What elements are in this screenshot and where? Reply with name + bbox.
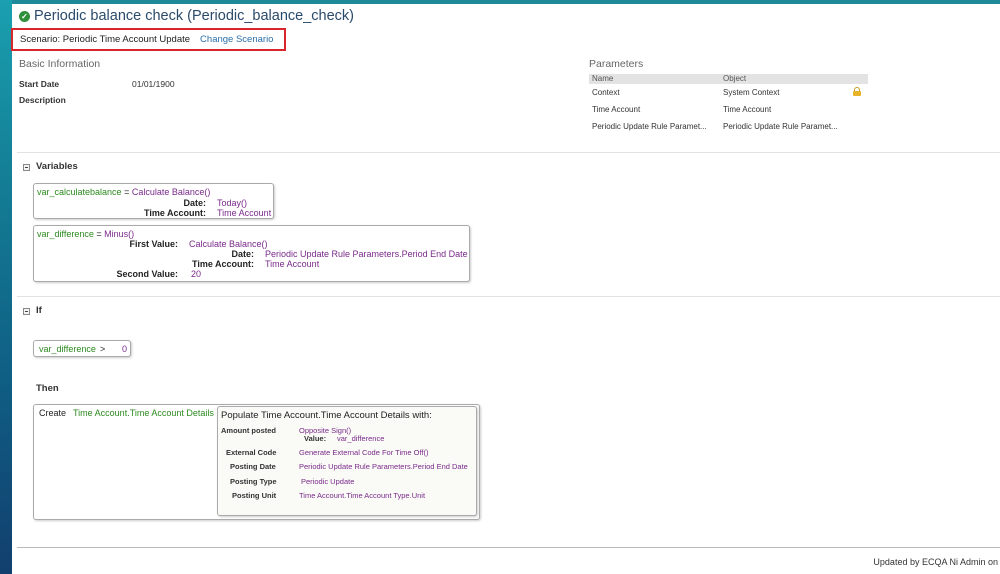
variable-card-calculatebalance[interactable]: var_calculatebalance = Calculate Balance… — [33, 183, 274, 219]
basic-info-heading: Basic Information — [19, 58, 101, 70]
parameters-heading: Parameters — [589, 58, 644, 70]
variable-name: var_difference — [37, 229, 94, 239]
param-object: Time Account — [723, 105, 772, 114]
external-code-label: External Code — [226, 448, 277, 457]
parameters-table: Name Object Context System Context Time … — [589, 74, 868, 135]
param-name: Time Account — [592, 105, 641, 114]
time-account-value: Time Account — [217, 208, 272, 218]
date-label: Date: — [183, 198, 206, 208]
variables-title: Variables — [36, 161, 78, 172]
posting-unit-value: Time Account.Time Account Type.Unit — [299, 491, 426, 500]
then-title: Then — [36, 383, 59, 394]
footer-updated-by: Updated by ECQA Ni Admin on — [873, 557, 998, 567]
collapse-icon[interactable] — [23, 164, 30, 171]
param-object: System Context — [723, 88, 780, 97]
variable-name: var_calculatebalance — [37, 187, 122, 197]
posting-date-value: Periodic Update Rule Parameters.Period E… — [299, 462, 468, 471]
param-object: Periodic Update Rule Paramet... — [723, 122, 838, 131]
variable-card-difference[interactable]: var_difference = Minus() First Value: Ca… — [33, 225, 470, 282]
function-name: Calculate Balance() — [131, 187, 211, 197]
change-scenario-link[interactable]: Change Scenario — [200, 34, 273, 45]
condition-operator: > — [100, 344, 106, 354]
equals-sign: = — [124, 187, 130, 197]
function-name: Minus() — [104, 229, 135, 239]
time-account-label: Time Account: — [143, 208, 206, 218]
param-name: Periodic Update Rule Paramet... — [592, 122, 707, 131]
posting-type-label: Posting Type — [230, 477, 277, 486]
table-row: Time Account Time Account — [589, 101, 868, 118]
value-label: Value: — [304, 434, 327, 443]
value-value: var_difference — [337, 434, 385, 443]
equals-sign: = — [96, 229, 102, 239]
external-code-value: Generate External Code For Time Off() — [299, 448, 429, 457]
posting-type-value: Periodic Update — [301, 477, 355, 486]
title-row: ✓ Periodic balance check (Periodic_balan… — [19, 8, 354, 24]
second-value: 20 — [191, 269, 202, 279]
column-header-name: Name — [592, 74, 614, 83]
scenario-label: Scenario: Periodic Time Account Update — [20, 34, 191, 45]
footer-divider — [17, 547, 1000, 548]
column-header-object: Object — [723, 74, 747, 83]
date-value: Today() — [217, 198, 248, 208]
time-account-value: Time Account — [265, 259, 320, 269]
parameters-table-header: Name Object — [589, 74, 868, 84]
date-label: Date: — [231, 249, 254, 259]
start-date-value: 01/01/1900 — [132, 79, 175, 89]
description-label: Description — [19, 95, 66, 105]
posting-unit-label: Posting Unit — [232, 491, 277, 500]
check-circle-icon: ✓ — [19, 10, 30, 22]
create-target: Time Account.Time Account Details — [73, 408, 214, 418]
create-label: Create — [39, 408, 67, 418]
date-value: Periodic Update Rule Parameters.Period E… — [265, 249, 468, 259]
start-date-label: Start Date — [19, 79, 60, 89]
param-name: Context — [592, 88, 620, 97]
first-value: Calculate Balance() — [189, 239, 268, 249]
lock-icon — [853, 87, 861, 96]
posting-date-label: Posting Date — [230, 462, 276, 471]
amount-posted-label: Amount posted — [221, 426, 276, 435]
scenario-box: Scenario: Periodic Time Account Update C… — [11, 28, 286, 51]
left-gradient-strip — [0, 0, 12, 574]
page-title: Periodic balance check (Periodic_balance… — [34, 8, 354, 24]
if-title: If — [36, 305, 42, 316]
populate-title: Populate Time Account.Time Account Detai… — [221, 410, 432, 421]
second-value-label: Second Value: — [116, 269, 178, 279]
first-value-label: First Value: — [129, 239, 178, 249]
collapse-icon[interactable] — [23, 308, 30, 315]
populate-box: Populate Time Account.Time Account Detai… — [217, 406, 477, 516]
condition-value: 0 — [122, 344, 128, 354]
top-accent-bar — [0, 0, 1000, 4]
table-row: Periodic Update Rule Paramet... Periodic… — [589, 118, 868, 135]
condition-card[interactable]: var_difference > 0 — [33, 340, 131, 357]
table-row: Context System Context — [589, 84, 868, 101]
condition-variable: var_difference — [39, 344, 96, 354]
time-account-label: Time Account: — [191, 259, 254, 269]
